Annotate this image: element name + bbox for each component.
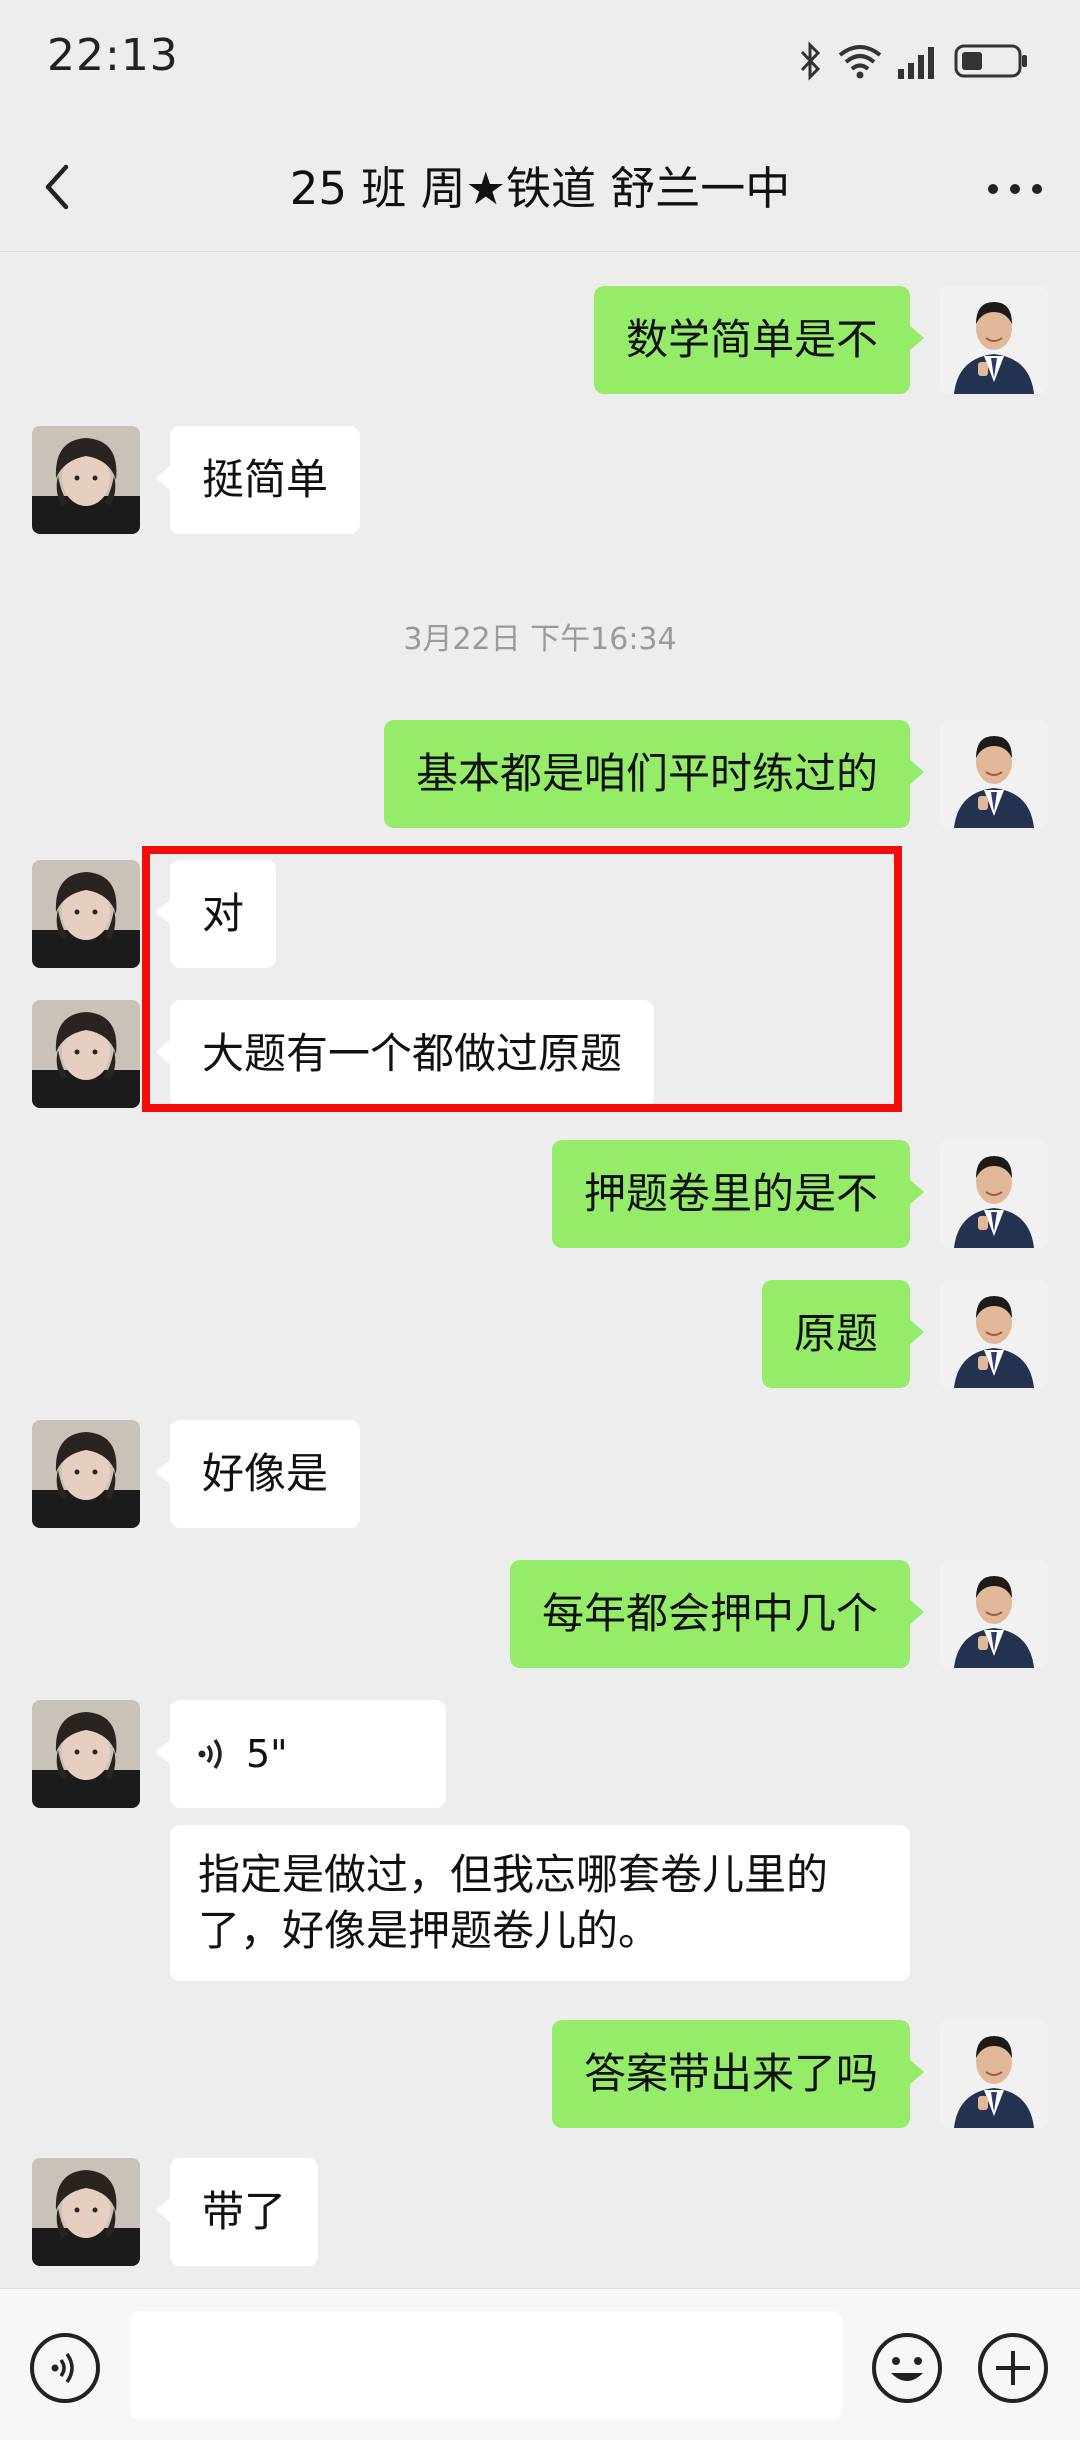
avatar-self[interactable]: [940, 286, 1048, 394]
avatar-self[interactable]: [940, 1280, 1048, 1388]
message-bubble-sent[interactable]: 每年都会押中几个: [509, 1560, 925, 1668]
avatar-self[interactable]: [940, 1140, 1048, 1248]
status-time: 22:13: [47, 30, 179, 81]
battery-icon: [954, 44, 1027, 78]
message-bubble-received[interactable]: 挺简单: [155, 426, 361, 534]
plus-icon: [978, 2333, 1048, 2403]
avatar-self[interactable]: [940, 1560, 1048, 1668]
message-bubble-sent[interactable]: 押题卷里的是不: [551, 1140, 925, 1248]
voice-wave-icon: [198, 1738, 222, 1770]
status-bar: 22:13: [0, 0, 1080, 122]
chat-title: 25 班 周★铁道 舒兰一中: [289, 162, 791, 215]
avatar-contact[interactable]: [32, 1700, 140, 1808]
more-dots-icon: [988, 184, 1042, 194]
message-bubble-received[interactable]: 带了: [155, 2158, 319, 2266]
message-bubble-sent[interactable]: 数学简单是不: [593, 286, 925, 394]
voice-input-button[interactable]: [28, 2331, 102, 2405]
chevron-left-icon: [45, 164, 69, 210]
avatar-self[interactable]: [940, 720, 1048, 828]
timestamp: 3月22日 下午16:34: [403, 622, 677, 657]
voice-wave-icon: [30, 2333, 100, 2403]
message-bubble-received[interactable]: 好像是: [155, 1420, 361, 1528]
voice-message-content: 5": [196, 1728, 420, 1780]
bluetooth-icon: [800, 41, 821, 81]
message-bubble-received[interactable]: 指定是做过，但我忘哪套卷儿里的了，好像是押题卷儿的。: [170, 1825, 910, 1981]
emoji-button[interactable]: [870, 2331, 944, 2405]
message-input[interactable]: [130, 2311, 842, 2419]
message-bubble-sent[interactable]: 答案带出来了吗: [551, 2020, 925, 2128]
more-button[interactable]: [980, 157, 1050, 217]
avatar-self[interactable]: [940, 2020, 1048, 2128]
status-icons: [798, 36, 1030, 86]
emoji-icon: [872, 2333, 942, 2403]
back-button[interactable]: [30, 157, 90, 217]
chat-header: 25 班 周★铁道 舒兰一中: [0, 122, 1080, 252]
wifi-icon: [838, 45, 882, 79]
avatar-contact[interactable]: [32, 1000, 140, 1108]
avatar-contact[interactable]: [32, 1420, 140, 1528]
voice-message-bubble[interactable]: 5": [156, 1700, 446, 1808]
voice-duration: 5": [246, 1732, 288, 1776]
message-bubble-sent[interactable]: 原题: [761, 1280, 925, 1388]
avatar-contact[interactable]: [32, 860, 140, 968]
highlight-box: [142, 846, 902, 1112]
avatar-contact[interactable]: [32, 2158, 140, 2266]
more-functions-button[interactable]: [976, 2331, 1050, 2405]
signal-icon: [898, 47, 934, 79]
message-bubble-sent[interactable]: 基本都是咱们平时练过的: [383, 720, 925, 828]
avatar-contact[interactable]: [32, 426, 140, 534]
input-bar: [0, 2288, 1080, 2440]
